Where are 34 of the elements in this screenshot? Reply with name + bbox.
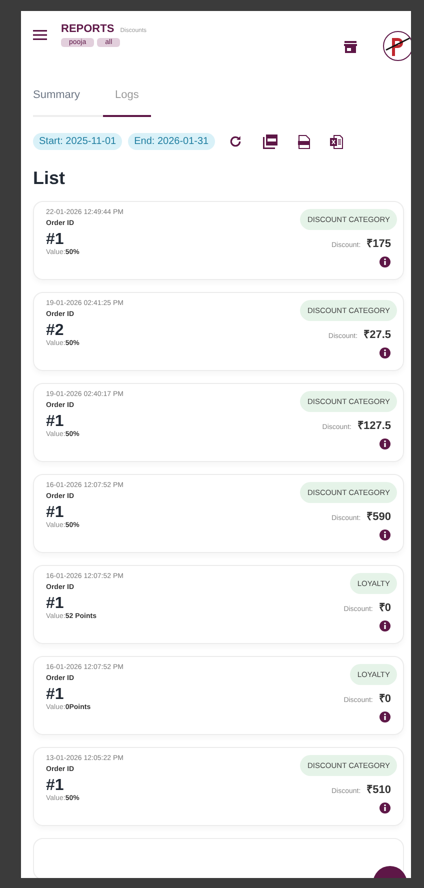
order-number: #2 — [46, 322, 65, 340]
info-icon[interactable] — [379, 256, 391, 268]
start-date-chip[interactable]: Start: 2025-11-01 — [33, 133, 122, 150]
discount-amount: ₹127.5 — [357, 419, 391, 432]
discount-amount: ₹175 — [366, 237, 391, 250]
info-icon[interactable] — [379, 529, 391, 541]
order-number: #1 — [46, 777, 65, 795]
info-icon[interactable] — [379, 711, 391, 723]
discount-amount: ₹510 — [366, 783, 391, 796]
page-title: REPORTS — [61, 23, 114, 35]
spreadsheet-icon[interactable] — [330, 134, 343, 148]
discount-amount: ₹27.5 — [364, 328, 391, 341]
refresh-icon[interactable] — [228, 135, 242, 148]
info-icon[interactable] — [379, 347, 391, 359]
list-heading: List — [33, 168, 66, 189]
tab[interactable]: Summary — [33, 89, 103, 117]
menu-icon[interactable] — [33, 29, 47, 41]
pdf-icon[interactable] — [262, 134, 278, 150]
discount-amount: ₹590 — [366, 510, 391, 523]
order-number: #1 — [46, 413, 65, 431]
discount-amount: ₹0 — [378, 601, 391, 614]
order-number: #1 — [46, 504, 65, 522]
discount-amount: ₹0 — [378, 692, 391, 705]
logo-icon[interactable] — [383, 31, 411, 61]
info-icon[interactable] — [379, 802, 391, 814]
end-date-chip[interactable]: End: 2026-01-31 — [128, 133, 215, 150]
order-number: #1 — [46, 595, 65, 613]
info-icon[interactable] — [379, 438, 391, 450]
order-number: #1 — [46, 231, 65, 249]
info-icon[interactable] — [379, 620, 391, 632]
tab[interactable]: Logs — [103, 89, 151, 117]
store-icon[interactable] — [344, 41, 357, 53]
order-number: #1 — [46, 686, 65, 704]
csv-icon[interactable] — [298, 134, 310, 148]
